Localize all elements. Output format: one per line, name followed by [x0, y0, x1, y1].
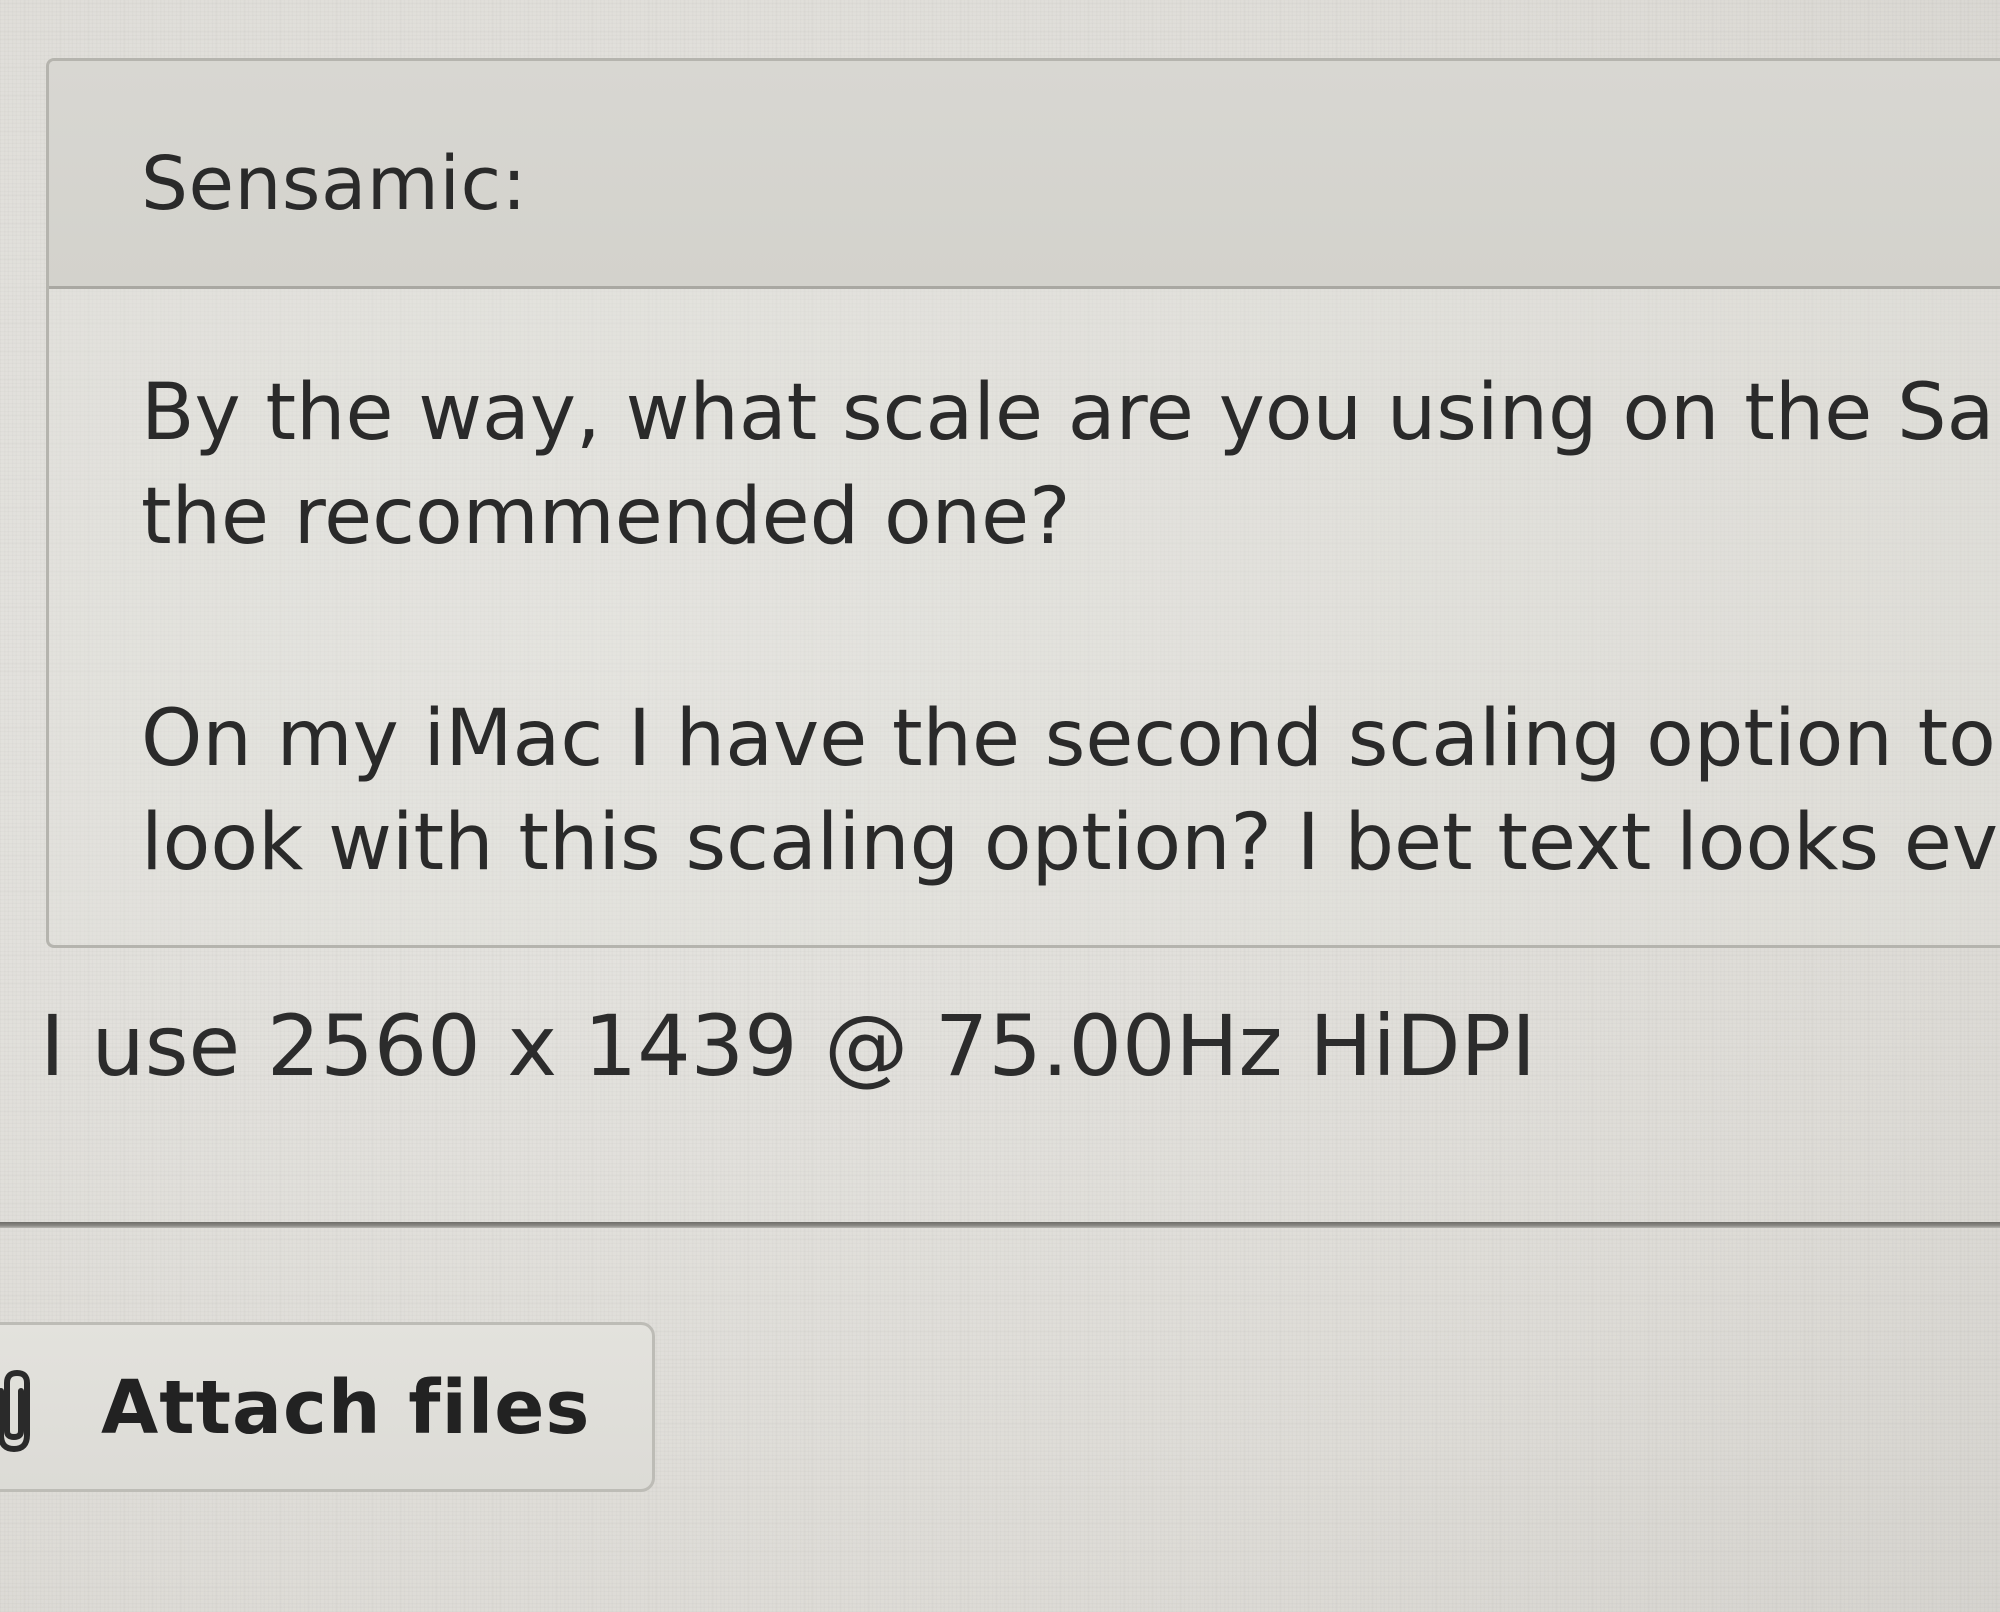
- paperclip-icon: [0, 1370, 30, 1452]
- quote-body: By the way, what scale are you using on …: [141, 361, 2000, 945]
- quote-line: On my iMac I have the second scaling opt…: [141, 694, 1996, 784]
- attach-files-label: Attach files: [101, 1365, 591, 1451]
- quote-header: Sensamic:: [49, 61, 2000, 289]
- editor-divider: [0, 1222, 2000, 1228]
- quote-line: look with this scaling option? I bet tex…: [141, 798, 1998, 888]
- quote-line: the recommended one?: [141, 472, 1071, 562]
- quote-block: Sensamic: By the way, what scale are you…: [46, 58, 2000, 948]
- reply-text[interactable]: I use 2560 x 1439 @ 75.00Hz HiDPI: [40, 1004, 1536, 1088]
- quote-paragraph: On my iMac I have the second scaling opt…: [141, 687, 2000, 895]
- post-editor[interactable]: Sensamic: By the way, what scale are you…: [0, 0, 2000, 1612]
- quote-author: Sensamic:: [141, 141, 528, 227]
- attach-files-button[interactable]: Attach files: [0, 1322, 655, 1492]
- quote-line: By the way, what scale are you using on …: [141, 368, 1995, 458]
- quote-paragraph: By the way, what scale are you using on …: [141, 361, 2000, 569]
